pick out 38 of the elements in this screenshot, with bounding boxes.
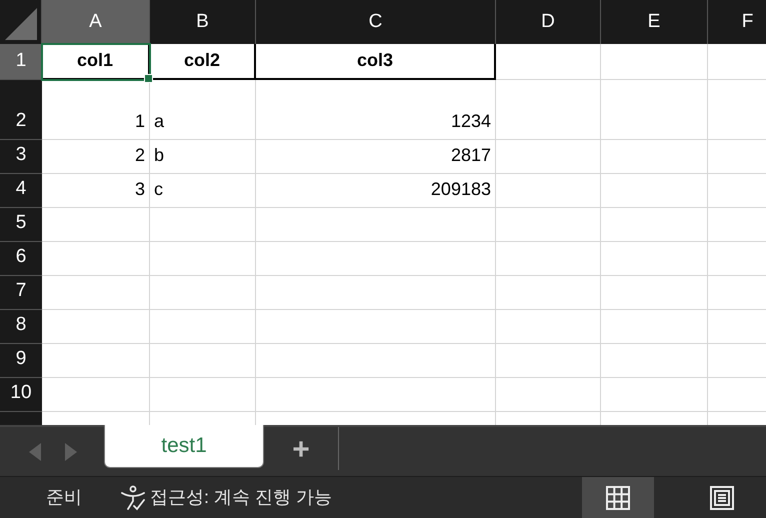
- fill-handle[interactable]: [144, 74, 153, 83]
- sheet-tab[interactable]: test1: [104, 425, 264, 468]
- table-cell: 3: [42, 174, 150, 208]
- table-cell: b: [150, 140, 256, 174]
- status-text: 준비: [46, 486, 82, 509]
- accessibility-status[interactable]: 접근성: 계속 진행 가능: [150, 484, 582, 511]
- table-cell: col3: [256, 44, 496, 80]
- row-header[interactable]: 2: [0, 80, 42, 140]
- select-all-icon[interactable]: [5, 8, 37, 40]
- table-cell: col2: [150, 44, 256, 80]
- table-cell: 2: [42, 140, 150, 174]
- row-header[interactable]: 9: [0, 344, 42, 378]
- table-cell: 1: [42, 80, 150, 140]
- row-header[interactable]: 4: [0, 174, 42, 208]
- table-cell: a: [150, 80, 256, 140]
- table-cell: col1: [42, 44, 150, 80]
- row-header[interactable]: 3: [0, 140, 42, 174]
- view-button[interactable]: [582, 476, 654, 518]
- column-header[interactable]: F: [708, 0, 766, 44]
- row-header[interactable]: 7: [0, 276, 42, 310]
- page-layout-icon: [709, 484, 735, 510]
- grid-icon: [605, 484, 631, 510]
- accessibility-check-icon[interactable]: [120, 484, 146, 510]
- table-cell: c: [150, 174, 256, 208]
- column-header[interactable]: C: [256, 0, 496, 44]
- row-header[interactable]: 8: [0, 310, 42, 344]
- column-header[interactable]: A: [42, 0, 150, 44]
- row-header[interactable]: 10: [0, 378, 42, 412]
- row-header[interactable]: 1: [0, 44, 42, 80]
- table-cell: 1234: [256, 80, 496, 140]
- table-cell: 209183: [256, 174, 496, 208]
- table-cell: 2817: [256, 140, 496, 174]
- row-header[interactable]: 5: [0, 208, 42, 242]
- column-header[interactable]: E: [601, 0, 708, 44]
- column-header[interactable]: D: [496, 0, 601, 44]
- add-sheet-button[interactable]: +: [264, 427, 339, 470]
- column-header[interactable]: B: [150, 0, 256, 44]
- row-header[interactable]: 6: [0, 242, 42, 276]
